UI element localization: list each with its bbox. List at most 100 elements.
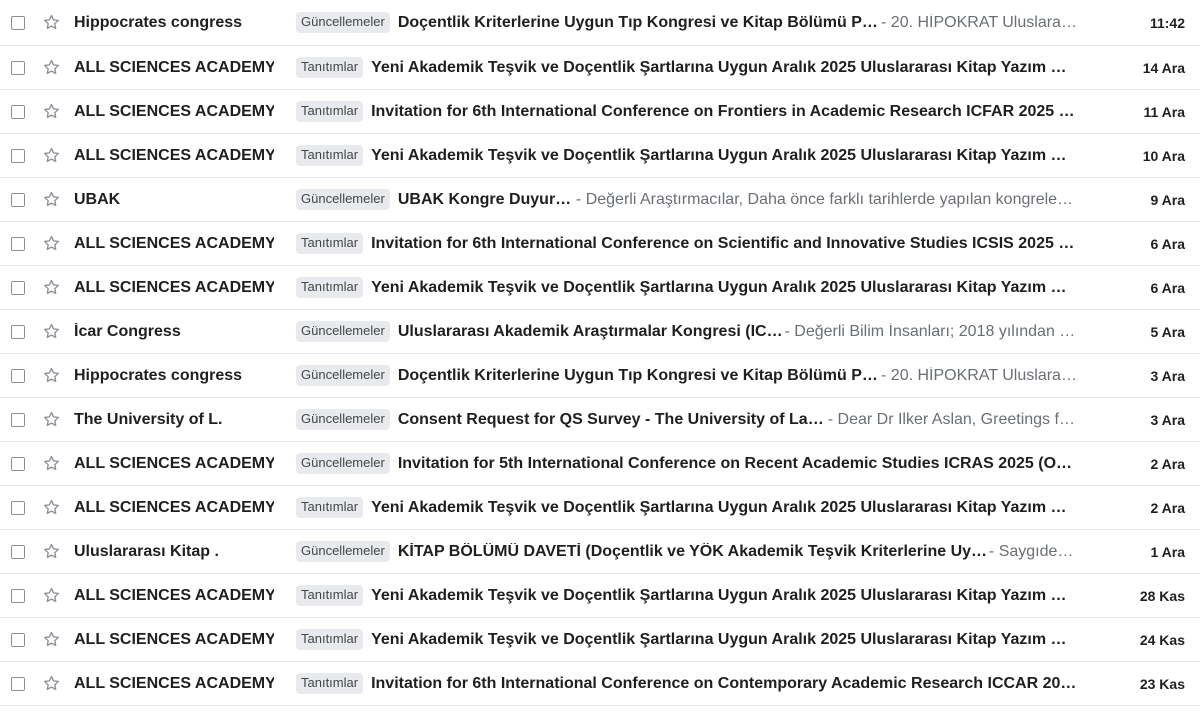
email-row[interactable]: ALL SCIENCES ACADEMY Güncellemeler Invit… xyxy=(0,442,1200,486)
email-row[interactable]: ALL SCIENCES ACADEMY Tanıtımlar Yeni Aka… xyxy=(0,618,1200,662)
email-subject: Invitation for 6th International Confere… xyxy=(371,234,1078,252)
email-row[interactable]: Uluslararası Kitap . Güncellemeler KİTAP… xyxy=(0,530,1200,574)
email-subject: Invitation for 5th International Confere… xyxy=(397,454,1078,472)
checkbox-icon[interactable] xyxy=(11,324,25,339)
email-row[interactable]: ALL SCIENCES ACADEMY Tanıtımlar Yeni Aka… xyxy=(0,46,1200,90)
email-subject: Doçentlik Kriterlerine Uygun Tıp Kongres… xyxy=(397,366,882,384)
checkbox-icon[interactable] xyxy=(11,412,25,427)
checkbox-icon[interactable] xyxy=(11,544,25,559)
star-outline-icon[interactable] xyxy=(41,190,61,210)
star-outline-icon[interactable] xyxy=(41,586,61,606)
email-content: Güncellemeler Doçentlik Kriterlerine Uyg… xyxy=(296,12,1078,33)
email-row[interactable]: ALL SCIENCES ACADEMY Tanıtımlar Yeni Aka… xyxy=(0,266,1200,310)
email-sender: ALL SCIENCES ACADEMY xyxy=(74,102,274,120)
email-sender: İcar Congress xyxy=(74,322,181,340)
email-subject: Yeni Akademik Teşvik ve Doçentlik Şartla… xyxy=(371,58,1078,76)
email-sender: Hippocrates congress xyxy=(74,366,243,384)
star-outline-icon[interactable] xyxy=(41,278,61,298)
email-snippet: - 20. HİPOKRAT Uluslararası xyxy=(881,13,1078,31)
checkbox-icon[interactable] xyxy=(11,588,25,603)
star-outline-icon[interactable] xyxy=(41,322,61,342)
email-row[interactable]: ALL SCIENCES ACADEMY Tanıtımlar Yeni Aka… xyxy=(0,574,1200,618)
email-snippet: - Dear Dr Ilker Aslan, Greetings from xyxy=(827,410,1078,428)
email-subject: Invitation for 6th International Confere… xyxy=(371,102,1078,120)
email-subject: Yeni Akademik Teşvik ve Doçentlik Şartla… xyxy=(371,586,1078,604)
email-content: Güncellemeler UBAK Kongre Duyurusu - Değ… xyxy=(296,189,1078,210)
category-label[interactable]: Güncellemeler xyxy=(296,321,390,342)
email-subject: Invitation for 6th International Confere… xyxy=(371,674,1078,692)
star-outline-icon[interactable] xyxy=(41,454,61,474)
checkbox-icon[interactable] xyxy=(11,500,25,515)
category-label[interactable]: Güncellemeler xyxy=(296,541,390,562)
star-outline-icon[interactable] xyxy=(41,410,61,430)
checkbox-icon[interactable] xyxy=(11,676,25,691)
checkbox-icon[interactable] xyxy=(11,60,25,75)
email-sender: ALL SCIENCES ACADEMY xyxy=(74,278,274,296)
email-subject: Yeni Akademik Teşvik ve Doçentlik Şartla… xyxy=(371,498,1078,516)
checkbox-icon[interactable] xyxy=(11,148,25,163)
email-row[interactable]: İcar Congress Güncellemeler Uluslararası… xyxy=(0,310,1200,354)
email-row[interactable]: Hippocrates congress Güncellemeler Doçen… xyxy=(0,0,1200,46)
email-sender: ALL SCIENCES ACADEMY xyxy=(74,58,274,76)
email-row[interactable]: ALL SCIENCES ACADEMY Tanıtımlar Invitati… xyxy=(0,662,1200,706)
star-outline-icon[interactable] xyxy=(41,102,61,122)
email-sender: UBAK xyxy=(74,190,121,208)
email-row[interactable]: ALL SCIENCES ACADEMY Tanıtımlar Invitati… xyxy=(0,222,1200,266)
email-row[interactable]: ALL SCIENCES ACADEMY Tanıtımlar Yeni Aka… xyxy=(0,134,1200,178)
email-date: 1 Ara xyxy=(1150,543,1185,560)
star-outline-icon[interactable] xyxy=(41,13,61,33)
email-date: 9 Ara xyxy=(1150,191,1185,208)
category-label[interactable]: Güncellemeler xyxy=(296,12,390,33)
email-row[interactable]: ALL SCIENCES ACADEMY Tanıtımlar Yeni Aka… xyxy=(0,486,1200,530)
email-content: Tanıtımlar Yeni Akademik Teşvik ve Doçen… xyxy=(296,57,1078,78)
star-outline-icon[interactable] xyxy=(41,234,61,254)
category-label[interactable]: Güncellemeler xyxy=(296,365,390,386)
email-content: Tanıtımlar Invitation for 6th Internatio… xyxy=(296,233,1078,254)
email-row[interactable]: The University of L. Güncellemeler Conse… xyxy=(0,398,1200,442)
category-label[interactable]: Güncellemeler xyxy=(296,409,390,430)
email-content: Tanıtımlar Invitation for 6th Internatio… xyxy=(296,101,1078,122)
star-outline-icon[interactable] xyxy=(41,542,61,562)
checkbox-icon[interactable] xyxy=(11,280,25,295)
checkbox-icon[interactable] xyxy=(11,236,25,251)
checkbox-icon[interactable] xyxy=(11,456,25,471)
checkbox-icon[interactable] xyxy=(11,104,25,119)
email-content: Tanıtımlar Yeni Akademik Teşvik ve Doçen… xyxy=(296,585,1078,606)
email-date: 2 Ara xyxy=(1150,499,1185,516)
category-label[interactable]: Güncellemeler xyxy=(296,453,390,474)
category-label[interactable]: Tanıtımlar xyxy=(296,629,364,650)
checkbox-icon[interactable] xyxy=(11,192,25,207)
email-date: 23 Kas xyxy=(1139,675,1185,692)
category-label[interactable]: Tanıtımlar xyxy=(296,673,364,694)
category-label[interactable]: Tanıtımlar xyxy=(296,585,364,606)
star-outline-icon[interactable] xyxy=(41,498,61,518)
email-subject: Yeni Akademik Teşvik ve Doçentlik Şartla… xyxy=(371,278,1078,296)
email-sender: ALL SCIENCES ACADEMY xyxy=(74,586,274,604)
email-row[interactable]: Hippocrates congress Güncellemeler Doçen… xyxy=(0,354,1200,398)
star-outline-icon[interactable] xyxy=(41,58,61,78)
email-subject: KİTAP BÖLÜMÜ DAVETİ (Doçentlik ve YÖK Ak… xyxy=(397,542,989,560)
email-snippet: - Değerli Araştırmacılar, Daha önce fark… xyxy=(575,190,1078,208)
email-subject: Doçentlik Kriterlerine Uygun Tıp Kongres… xyxy=(397,13,882,31)
email-list: Hippocrates congress Güncellemeler Doçen… xyxy=(0,0,1200,706)
star-outline-icon[interactable] xyxy=(41,146,61,166)
checkbox-icon[interactable] xyxy=(11,632,25,647)
checkbox-icon[interactable] xyxy=(11,15,25,30)
star-outline-icon[interactable] xyxy=(41,366,61,386)
email-snippet: - Değerli Bilim İnsanları; 2018 yılından… xyxy=(784,322,1079,340)
email-date: 11 Ara xyxy=(1143,103,1185,120)
email-row[interactable]: ALL SCIENCES ACADEMY Tanıtımlar Invitati… xyxy=(0,90,1200,134)
category-label[interactable]: Tanıtımlar xyxy=(296,101,364,122)
category-label[interactable]: Tanıtımlar xyxy=(296,57,364,78)
star-outline-icon[interactable] xyxy=(41,674,61,694)
email-content: Güncellemeler Invitation for 5th Interna… xyxy=(296,453,1078,474)
category-label[interactable]: Tanıtımlar xyxy=(296,277,364,298)
category-label[interactable]: Tanıtımlar xyxy=(296,145,364,166)
category-label[interactable]: Güncellemeler xyxy=(296,189,390,210)
email-row[interactable]: UBAK Güncellemeler UBAK Kongre Duyurusu … xyxy=(0,178,1200,222)
email-date: 3 Ara xyxy=(1150,411,1185,428)
checkbox-icon[interactable] xyxy=(11,368,25,383)
category-label[interactable]: Tanıtımlar xyxy=(296,497,364,518)
category-label[interactable]: Tanıtımlar xyxy=(296,233,364,254)
star-outline-icon[interactable] xyxy=(41,630,61,650)
